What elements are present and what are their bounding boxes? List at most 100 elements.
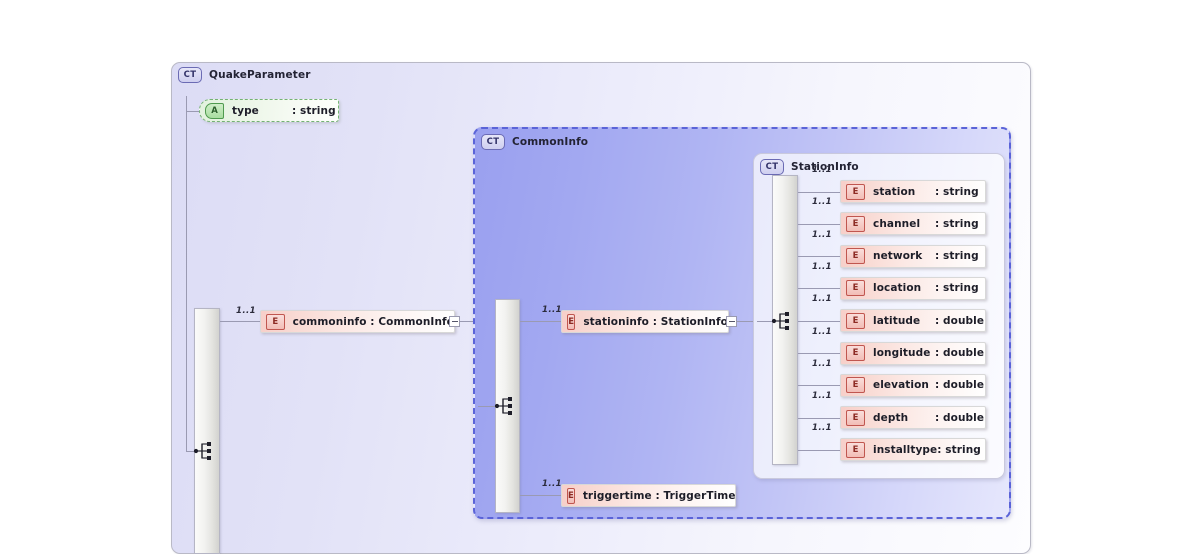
element-label: latitude : double xyxy=(873,315,984,327)
cardinality-station: 1..1 xyxy=(812,165,832,175)
connector-line-stationseq-to-installtype xyxy=(798,449,840,451)
schema-diagram-canvas: CT QuakeParameter A type : string 1..1 E … xyxy=(0,0,1190,554)
complextype-badge-icon: CT xyxy=(178,67,202,83)
complextype-badge-icon: CT xyxy=(760,159,784,175)
cardinality-channel: 1..1 xyxy=(812,197,832,208)
element-badge-icon: E xyxy=(846,441,865,458)
element-type: : string xyxy=(935,250,979,263)
connector-line-stationseq-to-channel xyxy=(798,223,840,225)
element-label: channel : string xyxy=(873,218,979,230)
element-badge-icon: E xyxy=(846,312,865,329)
element-label: depth : double xyxy=(873,412,984,424)
element-label: network : string xyxy=(873,250,979,262)
element-label: triggertime : TriggerTime xyxy=(582,489,736,502)
cardinality-commoninfo: 1..1 xyxy=(236,306,256,316)
connector-line-common-entry xyxy=(478,406,495,407)
connector-line-stationseq-to-depth xyxy=(798,417,840,419)
element-label: commoninfo : CommonInfo xyxy=(292,315,454,328)
complextype-header-commoninfo: CT CommonInfo xyxy=(481,134,588,150)
element-node-elevation[interactable]: Eelevation : double xyxy=(840,373,986,397)
cardinality-latitude: 1..1 xyxy=(812,294,832,305)
element-badge-icon: E xyxy=(846,409,865,426)
complextype-header-stationinfo: CT StationInfo xyxy=(760,159,859,175)
sequence-icon xyxy=(494,397,512,415)
element-node-station[interactable]: Estation : string xyxy=(840,180,986,203)
element-badge-icon: E xyxy=(846,215,865,232)
connector-line-commonseq-to-stationinfo xyxy=(520,321,565,322)
element-node-location[interactable]: Elocation : string xyxy=(840,276,986,300)
collapse-toggle-stationinfo[interactable] xyxy=(726,316,737,327)
element-badge-icon: E xyxy=(846,248,865,265)
connector-line-commonseq-to-triggertime xyxy=(520,495,565,496)
element-label: installtype: string xyxy=(873,444,981,456)
element-label: station : string xyxy=(873,186,979,198)
attribute-type: : string xyxy=(292,104,336,117)
element-node-installtype[interactable]: Einstalltype: string xyxy=(840,438,986,462)
connector-line-stationseq-to-longitude xyxy=(798,353,840,354)
cardinality-triggertime: 1..1 xyxy=(542,479,562,489)
element-badge-icon: E xyxy=(846,280,865,297)
element-name: network xyxy=(873,250,923,263)
connector-line-root-attr-horizontal xyxy=(186,111,199,112)
cardinality-longitude: 1..1 xyxy=(812,326,832,337)
cardinality-depth: 1..1 xyxy=(812,391,832,402)
element-node-network[interactable]: Enetwork : string xyxy=(840,244,986,268)
complextype-badge-icon: CT xyxy=(481,134,505,150)
element-name: elevation xyxy=(873,379,929,392)
complextype-title: QuakeParameter xyxy=(209,69,311,81)
collapse-toggle-commoninfo[interactable] xyxy=(449,316,460,327)
element-badge-icon: E xyxy=(846,377,865,394)
element-node-stationinfo[interactable]: E stationinfo : StationInfo xyxy=(561,310,729,333)
element-label: elevation : double xyxy=(873,379,984,391)
element-node-commoninfo[interactable]: E commoninfo : CommonInfo xyxy=(260,310,455,333)
connector-line-stationseq-to-latitude xyxy=(798,320,840,322)
element-label: longitude : double xyxy=(873,347,984,359)
element-badge-icon: E xyxy=(567,487,575,504)
complextype-title: CommonInfo xyxy=(512,136,589,148)
element-name: channel xyxy=(873,217,921,230)
connector-line-root-spine xyxy=(186,111,187,451)
element-name: latitude xyxy=(873,314,921,327)
connector-line-stationseq-to-location xyxy=(798,288,840,290)
element-node-latitude[interactable]: Elatitude : double xyxy=(840,309,986,333)
element-name: depth xyxy=(873,411,909,424)
sequence-compositor-quakeparameter[interactable] xyxy=(194,308,220,554)
element-badge-icon: E xyxy=(846,183,865,200)
sequence-icon xyxy=(193,442,211,460)
element-name: installtype xyxy=(873,443,938,456)
element-type: : string xyxy=(935,185,979,198)
element-badge-icon: E xyxy=(567,313,576,330)
element-type: : string xyxy=(935,282,979,295)
cardinality-stationinfo: 1..1 xyxy=(542,305,562,315)
cardinality-location: 1..1 xyxy=(812,261,832,272)
element-type: : double xyxy=(935,379,985,392)
connector-line-stationseq-to-station xyxy=(798,191,840,193)
element-node-channel[interactable]: Echannel : string xyxy=(840,212,986,236)
connector-line-stationseq-to-network xyxy=(798,256,840,258)
attribute-name: type xyxy=(232,104,259,117)
element-name: station xyxy=(873,185,916,198)
connector-line-station-entry xyxy=(757,321,772,322)
connector-line-stationseq-to-elevation xyxy=(798,385,840,387)
attribute-node-type[interactable]: A type : string xyxy=(199,99,339,122)
cardinality-network: 1..1 xyxy=(812,229,832,240)
element-type: : string xyxy=(937,443,981,456)
cardinality-installtype: 1..1 xyxy=(812,423,832,434)
sequence-icon xyxy=(771,312,789,330)
element-name: location xyxy=(873,282,922,295)
element-node-longitude[interactable]: Elongitude : double xyxy=(840,341,986,365)
attribute-label: type : string xyxy=(232,105,336,117)
element-type: : double xyxy=(935,314,985,327)
element-node-depth[interactable]: Edepth : double xyxy=(840,406,986,430)
element-label: location : string xyxy=(873,282,979,294)
element-type: : double xyxy=(935,347,985,359)
attribute-badge-icon: A xyxy=(205,102,224,119)
element-type: : string xyxy=(935,217,979,230)
element-badge-icon: E xyxy=(846,345,865,361)
connector-line-seq-to-commoninfo xyxy=(220,321,264,322)
element-name: longitude xyxy=(873,347,931,359)
element-node-triggertime[interactable]: E triggertime : TriggerTime xyxy=(561,484,736,507)
element-type: : double xyxy=(935,411,985,424)
element-label: stationinfo : StationInfo xyxy=(583,315,728,328)
complextype-header-quakeparameter: CT QuakeParameter xyxy=(178,67,311,83)
